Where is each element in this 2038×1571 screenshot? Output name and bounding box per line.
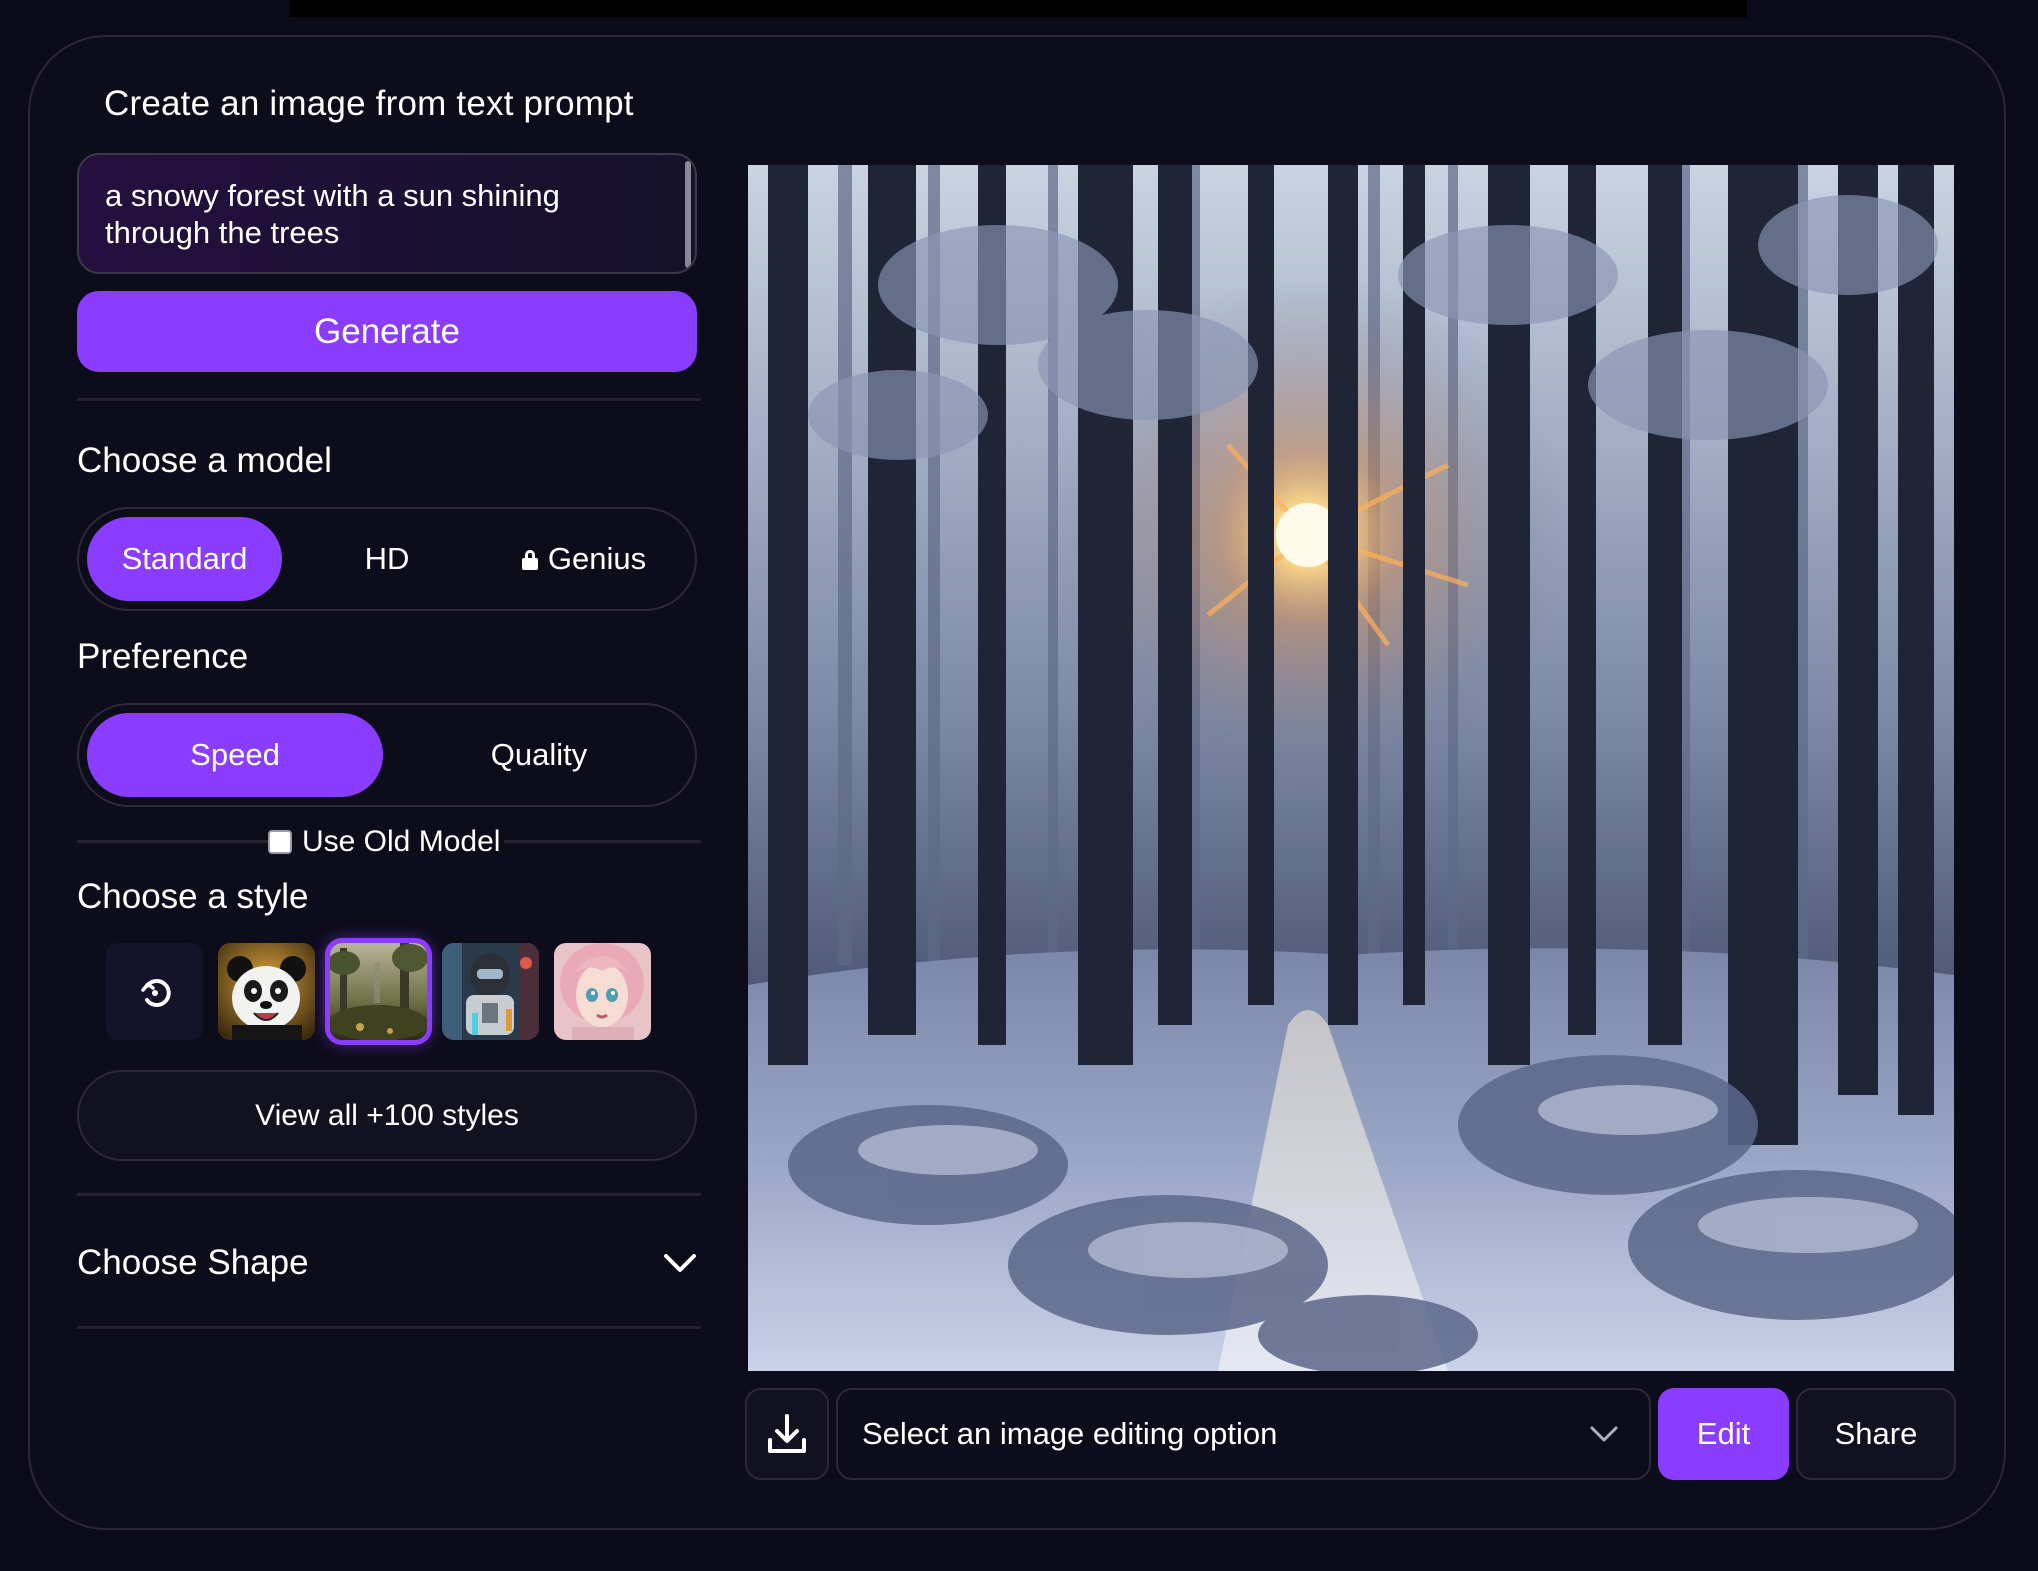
robot-thumbnail [442, 943, 539, 1040]
edit-button[interactable]: Edit [1658, 1388, 1789, 1480]
model-option-standard[interactable]: Standard [87, 517, 282, 601]
style-thumb-robot[interactable] [442, 943, 539, 1040]
choose-shape-label: Choose Shape [77, 1243, 309, 1282]
view-all-styles-button[interactable]: View all +100 styles [77, 1070, 697, 1161]
generated-image [748, 165, 1954, 1371]
model-selector: Standard HD Genius [77, 507, 697, 611]
style-thumb-panda[interactable] [218, 943, 315, 1040]
forest-thumbnail [330, 943, 427, 1040]
download-icon [768, 1414, 806, 1453]
share-button[interactable]: Share [1796, 1388, 1956, 1480]
divider [77, 1326, 701, 1329]
model-option-genius-label: Genius [547, 541, 647, 576]
prompt-text: a snowy forest with a sun shining throug… [105, 178, 560, 250]
choose-shape-accordion[interactable]: Choose Shape [77, 1228, 697, 1298]
use-old-model-checkbox[interactable] [268, 830, 292, 854]
panda-thumbnail [218, 943, 315, 1040]
lock-icon [521, 550, 538, 570]
page-title: Create an image from text prompt [104, 84, 634, 123]
divider [77, 1193, 701, 1196]
chevron-down-icon [1590, 1426, 1618, 1442]
no-style-icon [140, 978, 171, 1007]
model-option-hd[interactable]: HD [297, 517, 477, 601]
model-option-genius[interactable]: Genius [479, 517, 689, 601]
style-thumb-anime[interactable] [554, 943, 651, 1040]
preference-label: Preference [77, 637, 249, 676]
chevron-down-icon [664, 1254, 696, 1272]
image-edit-select-value: Select an image editing option [862, 1416, 1278, 1451]
prompt-input[interactable]: a snowy forest with a sun shining throug… [77, 153, 697, 274]
style-thumb-none[interactable] [106, 943, 203, 1040]
prompt-scrollbar[interactable] [685, 161, 691, 268]
top-bar [290, 0, 1747, 17]
download-button[interactable] [745, 1388, 829, 1480]
style-label: Choose a style [77, 877, 309, 916]
model-label: Choose a model [77, 441, 332, 480]
use-old-model-label: Use Old Model [302, 825, 501, 858]
preference-option-speed[interactable]: Speed [87, 713, 383, 797]
snowy-forest-image [748, 165, 1954, 1371]
style-thumbnails [106, 938, 651, 1045]
anime-thumbnail [554, 943, 651, 1040]
style-thumb-forest[interactable] [325, 938, 432, 1045]
preference-selector: Speed Quality [77, 703, 697, 807]
generate-button[interactable]: Generate [77, 291, 697, 372]
preference-option-quality[interactable]: Quality [389, 713, 689, 797]
image-edit-select[interactable]: Select an image editing option [836, 1388, 1651, 1480]
divider [77, 398, 701, 401]
use-old-model-toggle[interactable]: Use Old Model [268, 825, 505, 859]
